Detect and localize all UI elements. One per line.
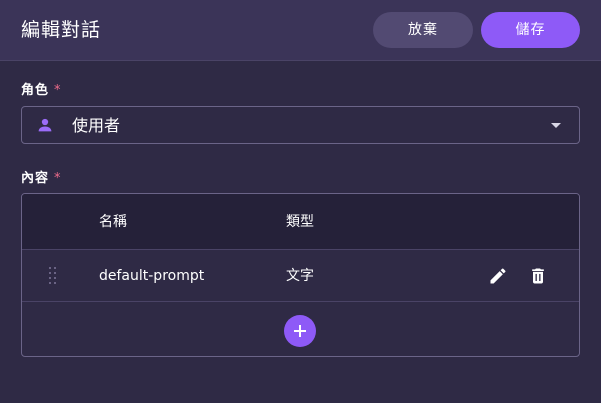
dialog-title: 編輯對話 <box>21 19 102 41</box>
person-icon <box>38 118 52 132</box>
discard-button[interactable]: 放棄 <box>373 12 473 48</box>
edit-icon[interactable] <box>488 266 508 286</box>
dialog-header: 編輯對話 放棄 儲存 <box>0 0 601 61</box>
add-row-button[interactable] <box>284 315 316 347</box>
row-name: default-prompt <box>99 268 205 284</box>
drag-handle-icon[interactable] <box>49 267 57 285</box>
role-select[interactable]: 使用者 <box>21 106 580 144</box>
delete-icon[interactable] <box>528 266 548 286</box>
column-header-type: 類型 <box>286 214 314 230</box>
content-label-text: 內容 <box>21 171 50 186</box>
required-asterisk: * <box>54 83 62 98</box>
role-label: 角色 * <box>21 82 62 100</box>
edit-conversation-dialog: 編輯對話 放棄 儲存 角色 * 使用者 內容 * 名稱 類型 default-pro… <box>0 0 601 403</box>
row-type: 文字 <box>286 268 314 284</box>
required-asterisk: * <box>54 171 62 186</box>
save-button[interactable]: 儲存 <box>481 12 580 48</box>
content-label: 內容 * <box>21 170 62 188</box>
role-label-text: 角色 <box>21 83 50 98</box>
chevron-down-icon[interactable] <box>551 123 561 128</box>
content-table: 名稱 類型 default-prompt 文字 <box>21 193 580 357</box>
table-header: 名稱 類型 <box>22 194 579 250</box>
table-row: default-prompt 文字 <box>22 250 579 302</box>
plus-icon <box>294 325 306 337</box>
column-header-name: 名稱 <box>99 214 127 230</box>
role-select-value: 使用者 <box>72 116 121 135</box>
